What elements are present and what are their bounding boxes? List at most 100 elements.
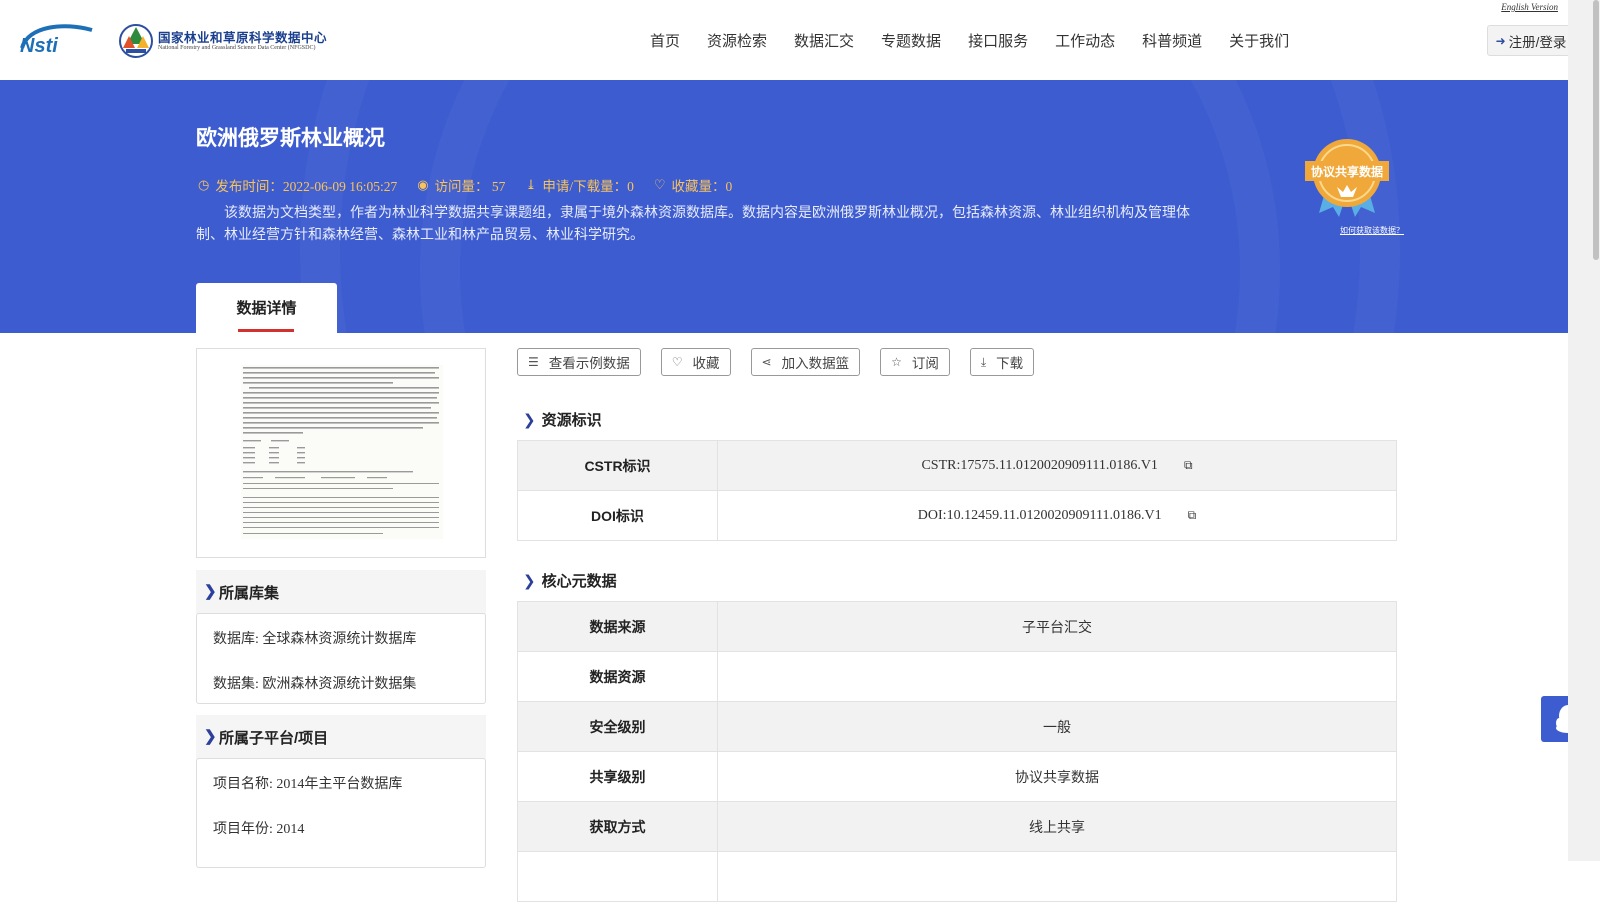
site-header: Nsti 国家林业和草原科学数据中心 National Forestry and… — [0, 0, 1575, 80]
nav-topic-data[interactable]: 专题数据 — [881, 30, 941, 51]
download-icon: ⤓ — [525, 177, 537, 192]
database-icon: ☰ — [528, 355, 539, 369]
meta-value — [717, 651, 1397, 702]
doi-key: DOI标识 — [517, 490, 718, 541]
page-scrollbar[interactable] — [1568, 0, 1600, 861]
english-version-link[interactable]: English Version — [1501, 2, 1558, 12]
add-to-basket-button[interactable]: ⋖ 加入数据篮 — [750, 348, 861, 376]
database-link[interactable]: 数据库: 全球森林资源统计数据库 — [213, 628, 416, 648]
eye-icon: ◉ — [417, 177, 429, 192]
core-metadata-section-title: ❯ 核心元数据 — [523, 570, 617, 591]
meta-key: 数据资源 — [517, 651, 718, 702]
svg-text:Nsti: Nsti — [20, 35, 58, 56]
visit-count: ◉ 访问量： 57 — [417, 175, 505, 195]
dataset-title: 欧洲俄罗斯林业概况 — [196, 127, 385, 150]
favorite-count: ♡ 收藏量：0 — [654, 175, 732, 195]
publish-time: ◷ 发布时间：2022-06-09 16:05:27 — [198, 175, 397, 195]
login-label: 注册/登录 — [1508, 34, 1567, 50]
view-sample-button[interactable]: ☰ 查看示例数据 — [517, 348, 641, 376]
subscribe-label: 订阅 — [911, 356, 939, 371]
collection-box: 数据库: 全球森林资源统计数据库 数据集: 欧洲森林资源统计数据集 — [196, 613, 486, 704]
copy-icon[interactable]: ⧉ — [1184, 458, 1193, 473]
download-count-text: 申请/下载量：0 — [542, 179, 634, 194]
publish-time-text: 发布时间：2022-06-09 16:05:27 — [215, 179, 398, 194]
nav-news[interactable]: 工作动态 — [1055, 30, 1115, 51]
cstr-key: CSTR标识 — [517, 440, 718, 491]
table-row: DOI标识 DOI:10.12459.11.0120020909111.0186… — [517, 490, 1397, 541]
heart-icon: ♡ — [671, 355, 683, 369]
download-icon: ⤓ — [980, 354, 987, 369]
chevron-right-icon: ❯ — [523, 573, 536, 590]
doi-value-cell: DOI:10.12459.11.0120020909111.0186.V1 ⧉ — [717, 490, 1397, 541]
resource-id-table: CSTR标识 CSTR:17575.11.0120020909111.0186.… — [517, 440, 1397, 541]
cstr-value: CSTR:17575.11.0120020909111.0186.V1 — [921, 457, 1158, 473]
meta-value: 线上共享 — [717, 801, 1397, 852]
collection-section-header: ❯ 所属库集 — [196, 570, 486, 614]
meta-key: 数据来源 — [517, 601, 718, 652]
main-nav: 首页 资源检索 数据汇交 专题数据 接口服务 工作动态 科普频道 关于我们 — [650, 30, 1316, 51]
download-count: ⤓ 申请/下载量：0 — [525, 175, 633, 195]
heart-icon: ♡ — [653, 177, 666, 192]
center-logo[interactable]: 国家林业和草原科学数据中心 National Forestry and Gras… — [118, 22, 338, 60]
chevron-right-icon: ❯ — [523, 412, 536, 429]
nav-api-service[interactable]: 接口服务 — [968, 30, 1028, 51]
favorite-count-text: 收藏量：0 — [671, 179, 733, 194]
sign-in-icon: ➜ — [1495, 33, 1506, 48]
nav-data-submission[interactable]: 数据汇交 — [794, 30, 854, 51]
how-to-get-data-link[interactable]: 如何获取该数据？ — [1340, 225, 1404, 236]
table-row: 获取方式 线上共享 — [517, 801, 1397, 852]
download-label: 下载 — [996, 356, 1024, 371]
nav-resource-search[interactable]: 资源检索 — [707, 30, 767, 51]
action-toolbar: ☰ 查看示例数据 ♡ 收藏 ⋖ 加入数据篮 ☆ 订阅 ⤓ 下载 — [517, 348, 1054, 376]
meta-key — [517, 851, 718, 902]
document-text-lines — [243, 367, 439, 534]
meta-value: 协议共享数据 — [717, 751, 1397, 802]
scrollbar-thumb[interactable] — [1593, 0, 1599, 260]
meta-key: 共享级别 — [517, 751, 718, 802]
table-row: 共享级别 协议共享数据 — [517, 751, 1397, 802]
view-sample-label: 查看示例数据 — [548, 356, 630, 371]
document-preview-page — [241, 365, 443, 539]
meta-key: 获取方式 — [517, 801, 718, 852]
clock-icon: ◷ — [198, 177, 210, 192]
project-year: 项目年份: 2014 — [213, 822, 305, 837]
nav-home[interactable]: 首页 — [650, 30, 680, 51]
share-level-badge-icon: 协议共享数据 — [1305, 139, 1389, 217]
resource-id-section-title: ❯ 资源标识 — [523, 409, 602, 430]
table-row — [517, 851, 1397, 902]
copy-icon[interactable]: ⧉ — [1188, 508, 1197, 523]
chevron-right-icon: ❯ — [204, 729, 217, 745]
dataset-banner: 欧洲俄罗斯林业概况 ◷ 发布时间：2022-06-09 16:05:27 ◉ 访问量… — [0, 80, 1568, 333]
tab-data-details[interactable]: 数据详情 — [196, 283, 337, 333]
core-metadata-title-text: 核心元数据 — [541, 573, 617, 590]
doi-value: DOI:10.12459.11.0120020909111.0186.V1 — [917, 507, 1162, 523]
dataset-meta: ◷ 发布时间：2022-06-09 16:05:27 ◉ 访问量： 57 ⤓ 申请/下… — [198, 175, 752, 195]
resource-id-title-text: 资源标识 — [541, 412, 602, 429]
cstr-value-cell: CSTR:17575.11.0120020909111.0186.V1 ⧉ — [717, 440, 1397, 491]
core-metadata-table: 数据来源 子平台汇交 数据资源 安全级别 一般 共享级别 协议共享数据 获取方式… — [517, 601, 1397, 902]
table-row: CSTR标识 CSTR:17575.11.0120020909111.0186.… — [517, 440, 1397, 491]
nav-about-us[interactable]: 关于我们 — [1229, 30, 1289, 51]
dataset-description: 该数据为文档类型，作者为林业科学数据共享课题组，隶属于境外森林资源数据库。数据内… — [196, 206, 1190, 243]
nsti-logo[interactable]: Nsti — [18, 22, 98, 56]
table-row: 数据来源 子平台汇交 — [517, 601, 1397, 652]
meta-value — [717, 851, 1397, 902]
tab-data-details-label: 数据详情 — [236, 300, 297, 317]
favorite-button[interactable]: ♡ 收藏 — [660, 348, 731, 376]
table-row: 数据资源 — [517, 651, 1397, 702]
project-section-title: 所属子平台/项目 — [219, 730, 329, 747]
subscribe-button[interactable]: ☆ 订阅 — [880, 348, 950, 376]
tab-active-indicator — [238, 329, 294, 332]
center-name-cn: 国家林业和草原科学数据中心 — [158, 31, 328, 45]
visit-count-text: 访问量： 57 — [434, 179, 506, 194]
dataset-link[interactable]: 数据集: 欧洲森林资源统计数据集 — [213, 673, 416, 693]
project-name: 项目名称: 2014年主平台数据库 — [213, 777, 403, 792]
chevron-right-icon: ❯ — [204, 584, 217, 600]
svg-text:协议共享数据: 协议共享数据 — [1311, 164, 1383, 179]
document-preview[interactable] — [196, 348, 486, 558]
login-button[interactable]: ➜ 注册/登录 — [1487, 25, 1575, 56]
download-button[interactable]: ⤓ 下载 — [969, 348, 1035, 376]
favorite-label: 收藏 — [692, 356, 720, 371]
center-emblem-icon — [119, 24, 153, 58]
nav-science-channel[interactable]: 科普频道 — [1142, 30, 1202, 51]
